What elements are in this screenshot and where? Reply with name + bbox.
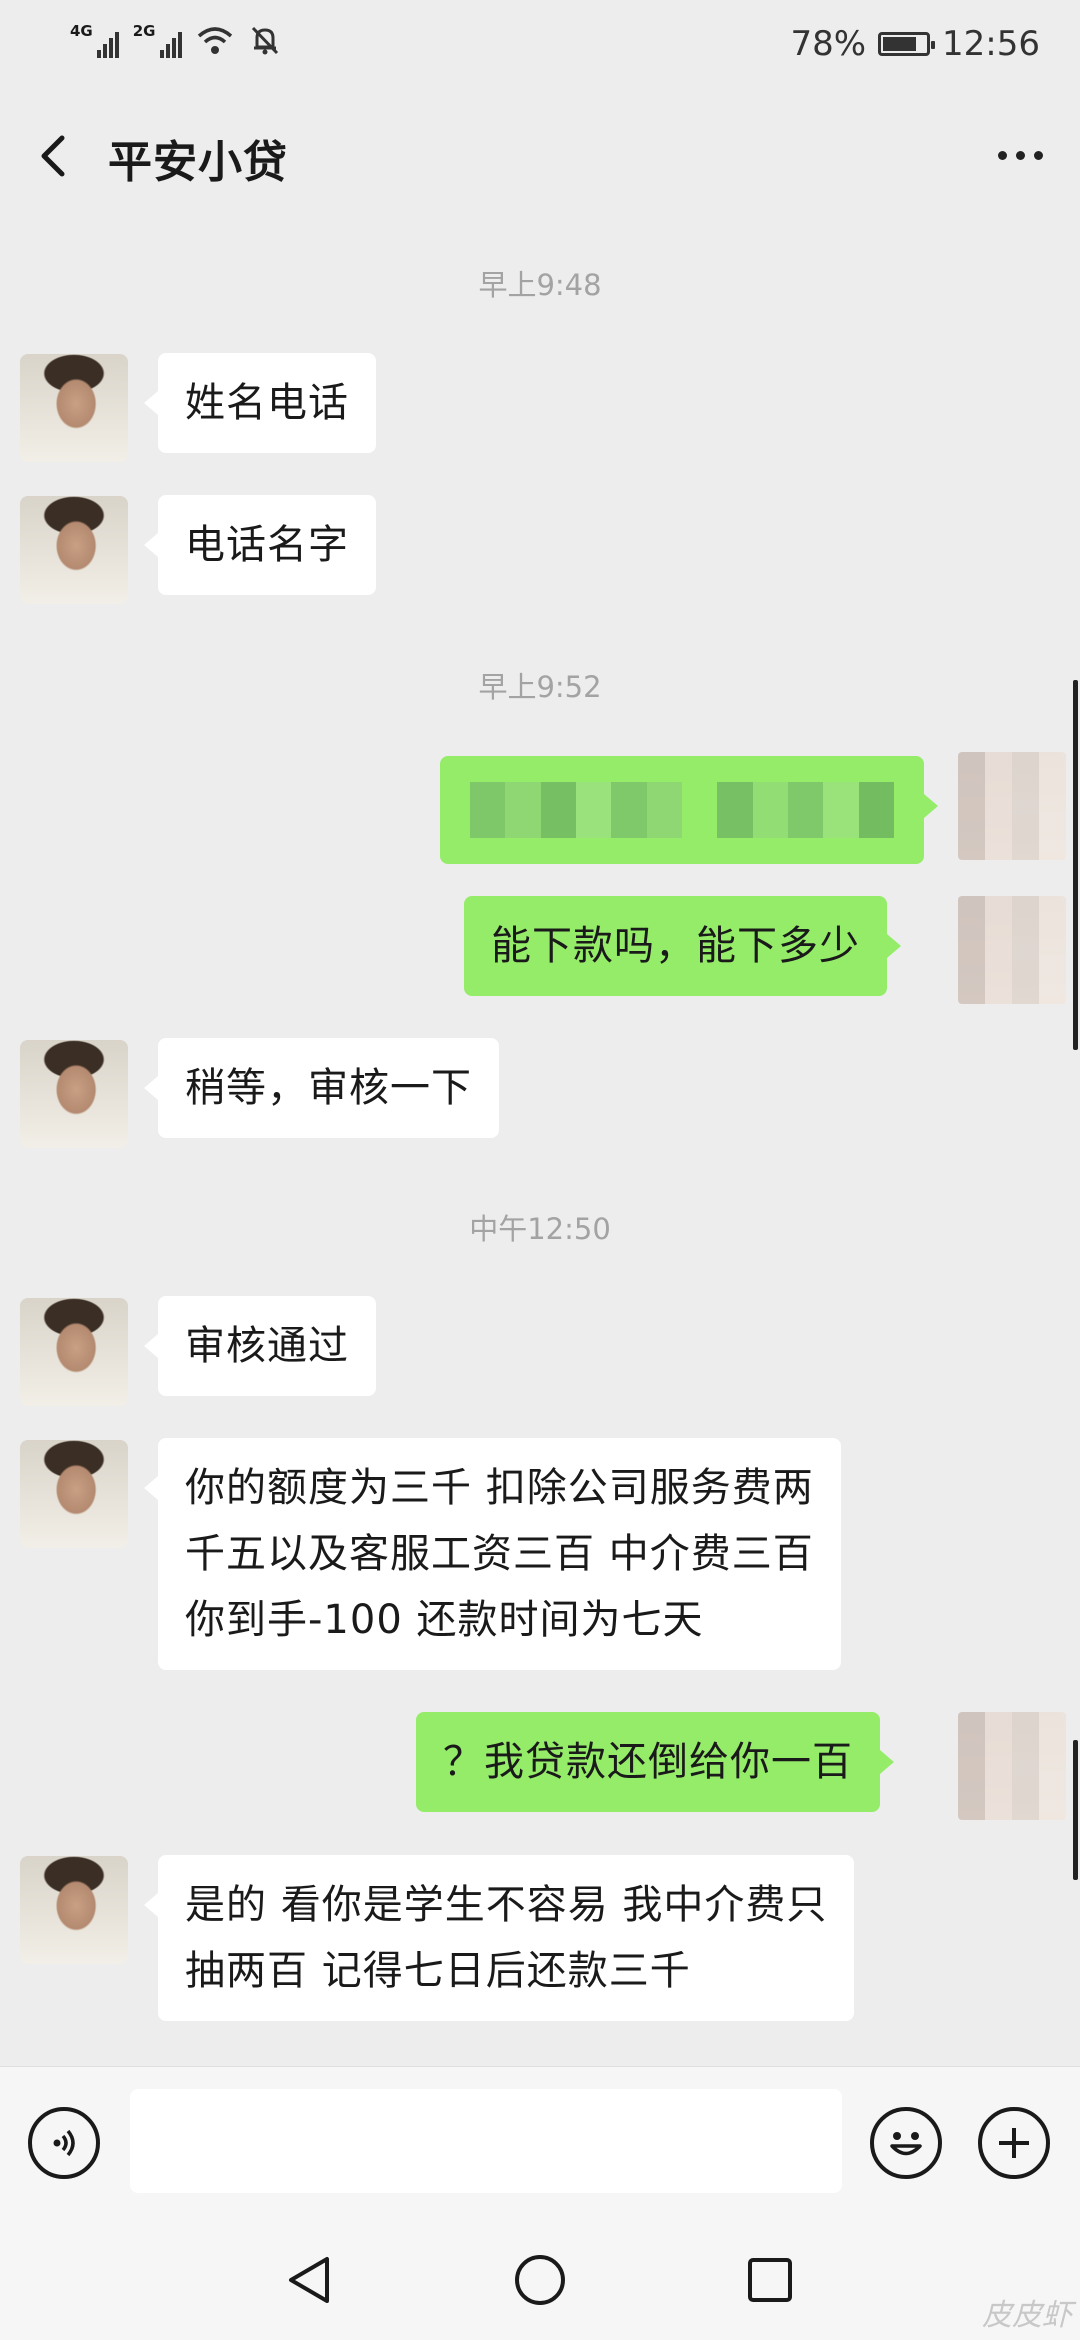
watermark: 皮皮虾 [982, 2298, 1072, 2333]
voice-icon[interactable] [28, 2107, 100, 2179]
triangle-back-icon[interactable] [280, 2250, 340, 2310]
system-nav-bar: 皮皮虾 [0, 2222, 1080, 2340]
square-recent-icon[interactable] [740, 2250, 800, 2310]
message-bubble-incoming[interactable]: 审核通过 [144, 1296, 376, 1396]
more-options-icon[interactable] [990, 130, 1050, 180]
timestamp: 早上9:48 [478, 268, 602, 302]
contact-avatar[interactable] [20, 354, 128, 462]
self-avatar-blurred[interactable] [958, 896, 1066, 1004]
message-bubble-incoming[interactable]: 电话名字 [144, 495, 376, 595]
contact-avatar[interactable] [20, 1440, 128, 1548]
contact-avatar[interactable] [20, 496, 128, 604]
contact-avatar[interactable] [20, 1298, 128, 1406]
clock: 12:56 [942, 24, 1040, 64]
message-bubble-incoming[interactable]: 你的额度为三千 扣除公司服务费两 千五以及客服工资三百 中介费三百 你到手-10… [144, 1438, 841, 1670]
message-bubble-outgoing[interactable]: ？我贷款还倒给你一百 [416, 1712, 894, 1812]
message-bubble-incoming[interactable]: 稍等，审核一下 [144, 1038, 499, 1138]
scrollbar[interactable] [1073, 680, 1078, 1050]
circle-home-icon[interactable] [510, 2250, 570, 2310]
signal-2g-icon: 2G [133, 22, 182, 58]
message-input[interactable] [130, 2089, 842, 2193]
chat-title: 平安小贷 [108, 137, 288, 188]
timestamp: 早上9:52 [478, 670, 602, 704]
back-arrow-icon[interactable] [30, 128, 80, 184]
timestamp: 中午12:50 [469, 1212, 611, 1246]
self-avatar-blurred[interactable] [958, 1712, 1066, 1820]
input-bar [0, 2066, 1080, 2223]
status-bar: 4G 2G 78% 12:56 [0, 0, 1080, 90]
message-bubble-redacted[interactable] [440, 756, 938, 864]
self-avatar-blurred[interactable] [958, 752, 1066, 860]
mute-bell-icon [251, 26, 278, 55]
signal-4g-label: 4G [70, 22, 93, 40]
emoji-icon[interactable] [870, 2107, 942, 2179]
plus-icon[interactable] [978, 2107, 1050, 2179]
contact-avatar[interactable] [20, 1856, 128, 1964]
signal-4g-icon: 4G [70, 22, 119, 58]
wifi-icon [197, 27, 232, 54]
message-bubble-incoming[interactable]: 姓名电话 [144, 353, 376, 453]
signal-2g-label: 2G [132, 22, 156, 40]
chat-header: 平安小贷 [0, 90, 1080, 220]
battery-icon [878, 32, 936, 56]
contact-avatar[interactable] [20, 1040, 128, 1148]
message-bubble-incoming[interactable]: 是的 看你是学生不容易 我中介费只 抽两百 记得七日后还款三千 [143, 1855, 855, 2021]
message-bubble-outgoing[interactable]: 能下款吗，能下多少 [464, 896, 901, 996]
redaction-mosaic [470, 782, 894, 838]
battery-percent: 78% [790, 24, 867, 64]
scrollbar[interactable] [1073, 1740, 1078, 1880]
